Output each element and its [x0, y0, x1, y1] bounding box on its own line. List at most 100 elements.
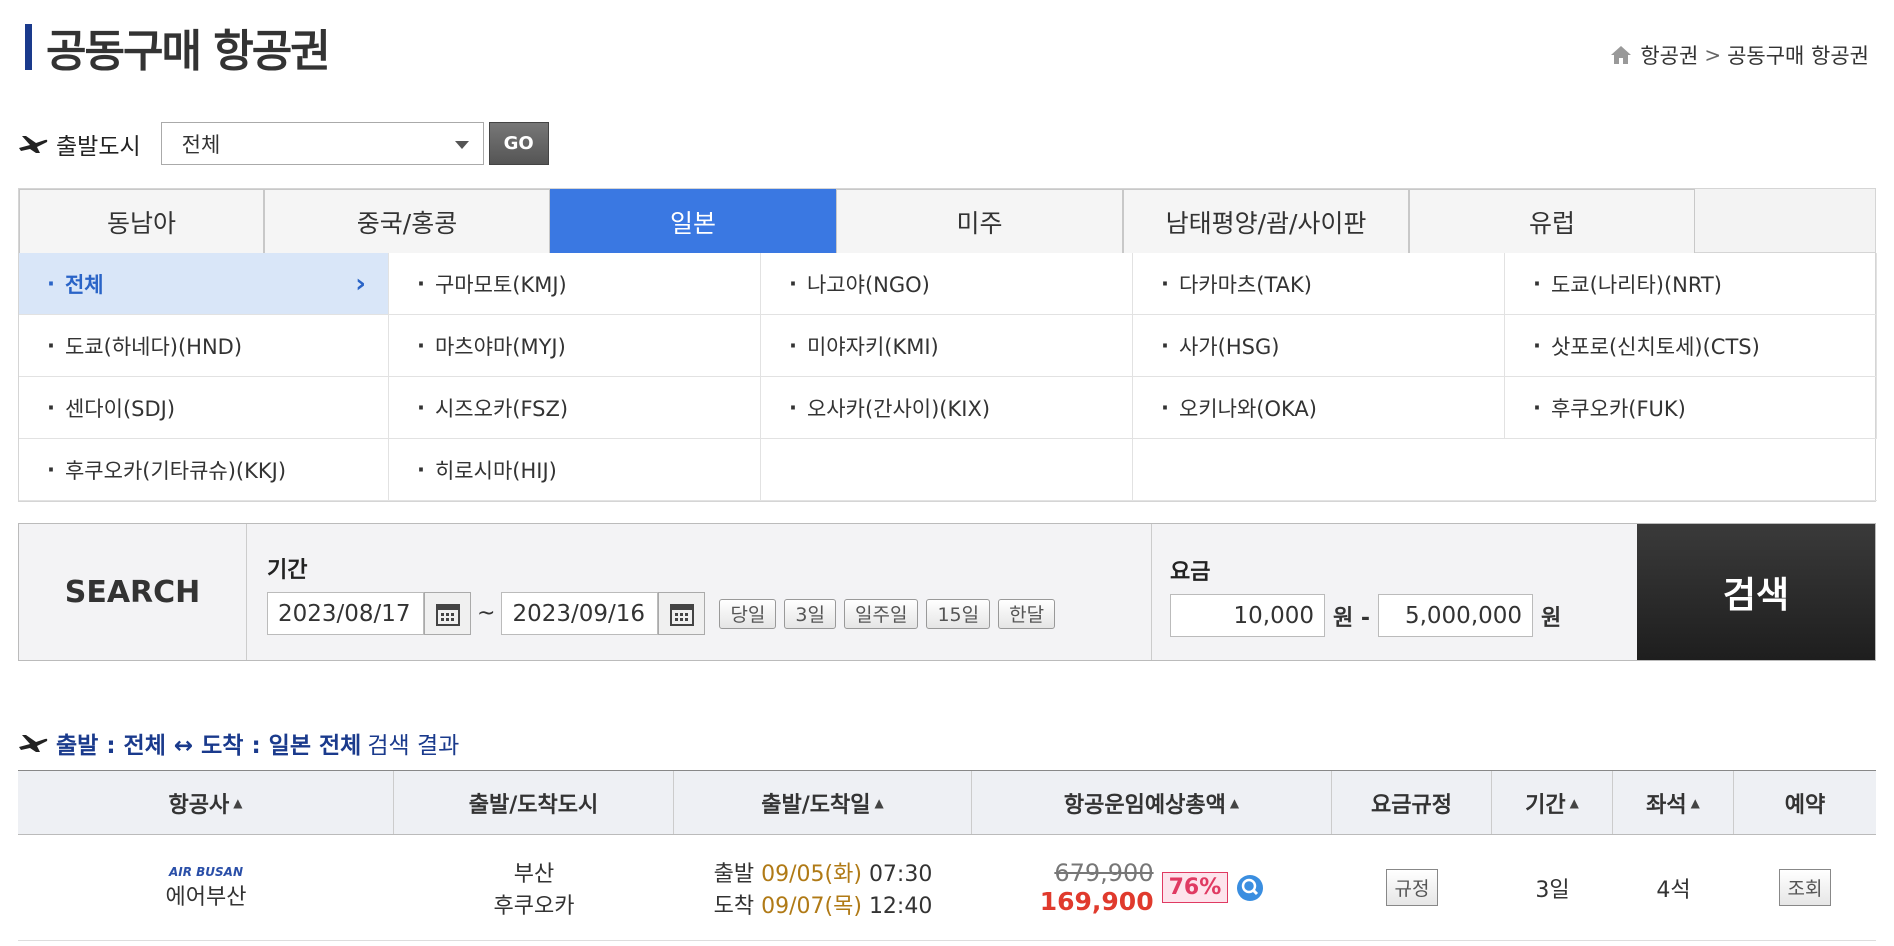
sale-price: 169,900: [1039, 887, 1154, 916]
departure-row: 출발도시 전체 GO: [18, 122, 549, 165]
fare-min-input[interactable]: 10,000: [1170, 594, 1325, 637]
discount-badge: 76%: [1161, 872, 1229, 903]
result-title: 출발 : 전체 ↔ 도착 : 일본 전체 검색 결과: [18, 726, 459, 760]
breadcrumb: 항공권 > 공동구매 항공권: [1610, 40, 1869, 70]
city-item[interactable]: 오키나와(OKA): [1133, 377, 1505, 439]
dropdown-arrow-icon: [454, 141, 469, 149]
fare-label: 요금: [1170, 560, 1211, 585]
tab-europe[interactable]: 유럽: [1409, 189, 1695, 253]
price-col: 679,900 169,900: [1040, 859, 1154, 916]
tab-china-hongkong[interactable]: 중국/홍콩: [264, 189, 550, 253]
cell-airline: AIR BUSAN 에어부산: [18, 835, 394, 940]
breadcrumb-item-flights[interactable]: 항공권: [1640, 40, 1698, 70]
city-item[interactable]: 다카마츠(TAK): [1133, 253, 1505, 315]
city-item[interactable]: 도쿄(하네다)(HND): [19, 315, 389, 377]
city-item[interactable]: 구마모토(KMJ): [389, 253, 761, 315]
column-seats[interactable]: 좌석 ▲: [1613, 771, 1734, 834]
tab-southeast-asia[interactable]: 동남아: [19, 189, 264, 253]
city-item[interactable]: 후쿠오카(FUK): [1505, 377, 1877, 439]
page-title: 공동구매 항공권: [46, 26, 331, 77]
page-title-wrap: 공동구매 항공권: [25, 22, 331, 77]
column-period[interactable]: 기간 ▲: [1492, 771, 1613, 834]
reserve-button[interactable]: 조회: [1778, 869, 1832, 906]
column-airline[interactable]: 항공사 ▲: [18, 771, 394, 834]
city-item[interactable]: 센다이(SDJ): [19, 377, 389, 439]
tab-japan[interactable]: 일본: [550, 189, 836, 253]
column-price[interactable]: 항공운임예상총액 ▲: [972, 771, 1332, 834]
fare-section: 요금 10,000 원 - 5,000,000 원: [1152, 524, 1637, 660]
region-tabs: 동남아 중국/홍콩 일본 미주 남태평양/괌/사이판 유럽: [19, 189, 1875, 253]
city-item[interactable]: 나고야(NGO): [761, 253, 1133, 315]
departure-datetime: 출발 09/05(화) 07:30: [713, 861, 933, 887]
city-item[interactable]: 도쿄(나리타)(NRT): [1505, 253, 1877, 315]
city-empty-cell: [761, 439, 1133, 501]
result-query: 출발 : 전체 ↔ 도착 : 일본 전체: [56, 733, 362, 759]
search-label: SEARCH: [19, 524, 247, 660]
cell-period: 3일: [1535, 877, 1570, 903]
departure-city-select[interactable]: 전체: [160, 122, 484, 165]
sort-up-icon: ▲: [874, 795, 884, 810]
city-item[interactable]: 사가(HSG): [1133, 315, 1505, 377]
column-dates[interactable]: 출발/도착일 ▲: [674, 771, 972, 834]
sort-up-icon: ▲: [1229, 795, 1240, 810]
result-suffix: 검색 결과: [367, 733, 460, 759]
city-item[interactable]: 후쿠오카(기타큐슈)(KKJ): [19, 439, 389, 501]
won-label: 원: [1541, 605, 1562, 631]
date-row: 2023/08/17 ~ 2023/09/16 당일 3일 일주일 15일 한달: [267, 592, 1151, 635]
departure-city-value: 전체: [181, 132, 221, 157]
city-item[interactable]: 시즈오카(FSZ): [389, 377, 761, 439]
city-item[interactable]: 삿포로(신치토세)(CTS): [1505, 315, 1877, 377]
title-bar: [25, 24, 32, 70]
city-label: 전체: [64, 272, 104, 297]
to-city: 후쿠오카: [493, 893, 575, 919]
tab-south-pacific[interactable]: 남태평양/괌/사이판: [1123, 189, 1409, 253]
go-button[interactable]: GO: [488, 122, 549, 165]
cell-cities: 부산 후쿠오카: [394, 835, 674, 940]
breadcrumb-separator: >: [1704, 43, 1722, 67]
date-to-input[interactable]: 2023/09/16: [501, 592, 659, 635]
chevron-right-icon: ›: [355, 268, 366, 299]
city-list: 전체 › 구마모토(KMJ) 나고야(NGO) 다카마츠(TAK) 도쿄(나리타…: [19, 253, 1877, 501]
magnifier-icon[interactable]: [1236, 874, 1264, 902]
search-button[interactable]: 검색: [1637, 524, 1875, 660]
quick-range-today[interactable]: 당일: [719, 598, 777, 629]
sort-up-icon: ▲: [1569, 795, 1579, 810]
calendar-icon[interactable]: [658, 592, 706, 635]
fare-rule-button[interactable]: 규정: [1385, 869, 1439, 906]
city-item[interactable]: 오사카(간사이)(KIX): [761, 377, 1133, 439]
airline-name: 에어부산: [165, 884, 247, 910]
column-cities: 출발/도착도시: [394, 771, 674, 834]
date-from-input[interactable]: 2023/08/17: [267, 592, 424, 635]
cell-reserve: 조회: [1734, 835, 1876, 940]
city-item[interactable]: 마츠야마(MYJ): [389, 315, 761, 377]
plane-icon: [19, 135, 48, 153]
fare-max-input[interactable]: 5,000,000: [1378, 594, 1534, 637]
sort-up-icon: ▲: [233, 795, 243, 810]
quick-range-15days[interactable]: 15일: [926, 598, 991, 629]
date-separator: ~: [477, 601, 496, 626]
quick-range-month[interactable]: 한달: [998, 598, 1056, 629]
city-item-all[interactable]: 전체 ›: [19, 253, 389, 315]
city-item[interactable]: 미야자키(KMI): [761, 315, 1133, 377]
departure-label: 출발도시: [56, 133, 141, 160]
original-price: 679,900: [1054, 859, 1154, 887]
period-section: 기간 2023/08/17 ~ 2023/09/16 당일 3일 일주일 15일…: [247, 524, 1152, 660]
arrival-datetime: 도착 09/07(목) 12:40: [713, 893, 933, 919]
result-table: 항공사 ▲ 출발/도착도시 출발/도착일 ▲ 항공운임예상총액 ▲ 요금규정 기간 ▲ …: [18, 770, 1876, 941]
city-empty-cell: [1505, 439, 1877, 501]
city-empty-cell: [1133, 439, 1505, 501]
city-item[interactable]: 히로시마(HIJ): [389, 439, 761, 501]
column-fare-rule: 요금규정: [1332, 771, 1492, 834]
cell-dates: 출발 09/05(화) 07:30 도착 09/07(목) 12:40: [674, 835, 972, 940]
fare-row: 10,000 원 - 5,000,000 원: [1170, 594, 1637, 637]
calendar-icon[interactable]: [424, 592, 471, 635]
tab-americas[interactable]: 미주: [836, 189, 1123, 253]
region-selector: 동남아 중국/홍콩 일본 미주 남태평양/괌/사이판 유럽 전체 › 구마모토(…: [18, 188, 1877, 502]
quick-range-3days[interactable]: 3일: [784, 598, 836, 629]
home-icon[interactable]: [1610, 44, 1632, 66]
from-city: 부산: [513, 861, 555, 887]
cell-price: 679,900 169,900 76%: [972, 835, 1332, 940]
column-reserve: 예약: [1784, 792, 1826, 818]
price-wrap: 679,900 169,900 76%: [1040, 859, 1265, 916]
quick-range-week[interactable]: 일주일: [843, 598, 919, 629]
